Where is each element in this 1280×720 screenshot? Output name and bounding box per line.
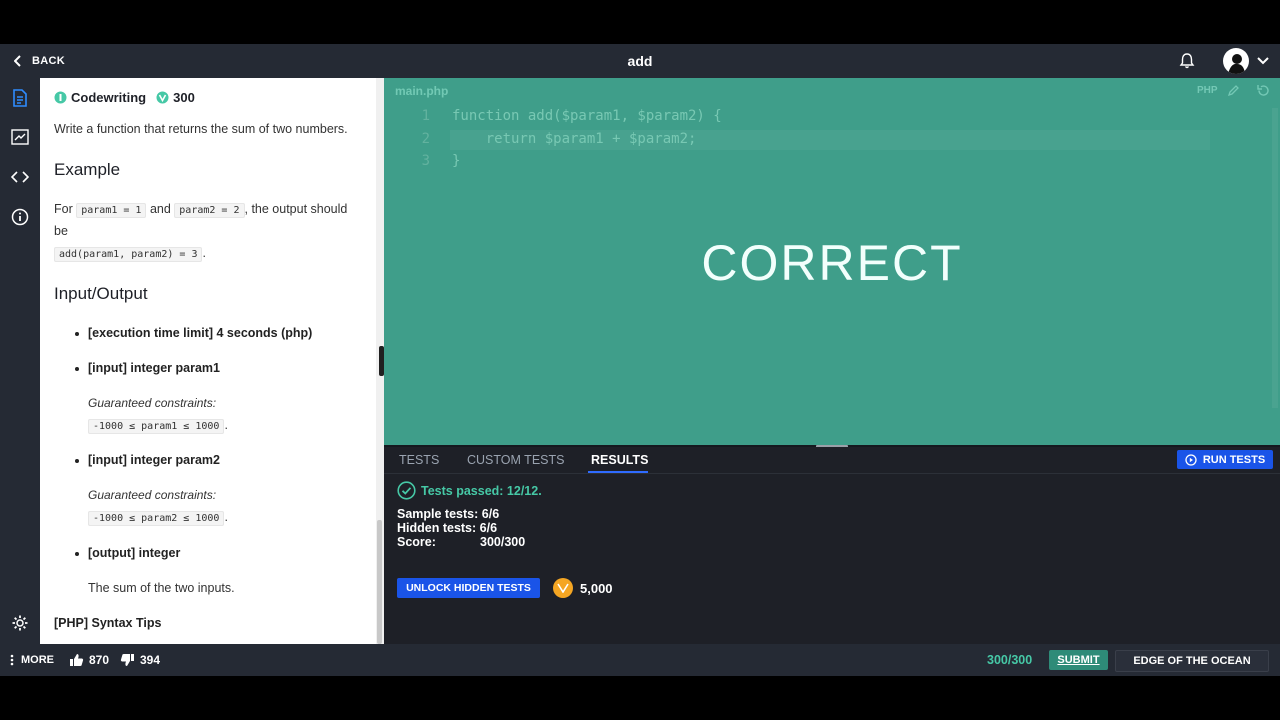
code-icon <box>11 171 29 183</box>
top-bar: BACK add <box>0 44 1280 78</box>
constraints-label: Guaranteed constraints: <box>88 488 217 502</box>
bell-icon[interactable] <box>1178 52 1196 70</box>
unlock-hidden-tests-button[interactable]: UNLOCK HIDDEN TESTS <box>397 578 540 598</box>
code-line: function add($param1, $param2) { <box>452 108 722 124</box>
tab-results[interactable]: RESULTS <box>591 453 648 467</box>
submit-button[interactable]: SUBMIT <box>1049 650 1108 670</box>
constraints-label: Guaranteed constraints: <box>88 396 217 410</box>
more-label: MORE <box>21 654 54 666</box>
nav-solutions[interactable] <box>0 119 40 155</box>
page-title: add <box>627 53 653 69</box>
tab-custom-tests[interactable]: CUSTOM TESTS <box>467 453 564 467</box>
back-label: BACK <box>32 55 65 67</box>
tab-tests[interactable]: TESTS <box>399 453 439 467</box>
chevron-down-icon[interactable] <box>1256 54 1270 68</box>
nav-settings[interactable] <box>0 605 40 641</box>
task-meta: Codewriting 300 <box>54 90 195 105</box>
info-icon <box>11 208 29 226</box>
nav-code[interactable] <box>0 159 40 195</box>
tests-passed: Tests passed: 12/12. <box>397 481 542 500</box>
check-circle-icon <box>397 481 416 500</box>
play-circle-icon <box>1185 453 1197 466</box>
downvote-count: 394 <box>140 653 161 667</box>
run-tests-label: RUN TESTS <box>1202 453 1266 466</box>
task-type: Codewriting <box>71 90 147 105</box>
upvote-count: 870 <box>89 653 110 667</box>
syntax-tips-link[interactable]: [PHP] Syntax Tips <box>54 616 161 630</box>
io-item: [output] integer <box>74 546 181 560</box>
hidden-tests-row: Hidden tests: 6/6 <box>397 521 498 535</box>
description-scroll-thumb[interactable] <box>377 520 382 644</box>
line-number: 1 <box>421 108 430 124</box>
io-heading: Input/Output <box>54 284 148 303</box>
downvote-button[interactable]: 394 <box>120 644 160 676</box>
io-item: [input] integer param2 <box>75 453 220 467</box>
example-result: add(param1, param2) = 3 <box>54 247 203 262</box>
description-panel: Codewriting 300 Write a function that re… <box>40 78 376 644</box>
language-selector[interactable]: PHP <box>1197 85 1218 96</box>
line-number: 2 <box>421 131 430 147</box>
left-nav <box>0 78 40 644</box>
example-line: For param1 = 1 and param2 = 2, the outpu… <box>54 202 348 218</box>
coin-icon <box>553 578 573 598</box>
gear-icon <box>12 615 28 631</box>
footer-bar: MORE 870 394 300/300 SUBMIT EDGE OF THE … <box>0 644 1280 676</box>
reset-icon[interactable] <box>1256 83 1271 98</box>
code-line: } <box>452 153 461 169</box>
editor-scrollbar[interactable] <box>1272 108 1278 408</box>
coin-cost: 5,000 <box>580 581 613 596</box>
output-description: The sum of the two inputs. <box>88 581 235 595</box>
chevron-left-icon <box>14 55 21 67</box>
run-tests-button[interactable]: RUN TESTS <box>1177 450 1273 469</box>
task-points: 300 <box>173 90 195 105</box>
kebab-icon <box>10 654 14 666</box>
example-param1: param1 = 1 <box>76 203 147 218</box>
io-item: [execution time limit] 4 seconds (php) <box>74 326 313 340</box>
nav-description[interactable] <box>0 80 40 116</box>
tests-passed-label: Tests passed: 12/12. <box>421 483 542 498</box>
example-result-line: add(param1, param2) = 3. <box>54 246 206 262</box>
constraint-line: -1000 ≤ param2 ≤ 1000. <box>88 510 228 526</box>
line-number: 3 <box>421 153 430 169</box>
example-heading: Example <box>54 160 121 179</box>
active-tab-indicator <box>588 471 648 473</box>
score-row: Score: 300/300 <box>397 535 526 549</box>
nav-info[interactable] <box>0 199 40 235</box>
code-editor[interactable]: main.php PHP 1 function add($param1, $pa… <box>384 78 1280 446</box>
constraint-line: -1000 ≤ param1 ≤ 1000. <box>88 418 228 434</box>
score-value: 300/300 <box>480 535 526 549</box>
example-be: be <box>54 224 68 238</box>
task-statement: Write a function that returns the sum of… <box>54 122 348 136</box>
codewriting-icon <box>54 91 67 104</box>
io-item: [input] integer param1 <box>75 361 220 375</box>
arcade-location-button[interactable]: EDGE OF THE OCEAN <box>1115 650 1269 672</box>
code-line: return $param1 + $param2; <box>452 131 697 147</box>
file-tab[interactable]: main.php <box>395 84 448 98</box>
back-button[interactable]: BACK <box>14 44 65 78</box>
sample-tests-row: Sample tests: 6/6 <box>397 507 500 521</box>
points-icon <box>156 91 169 104</box>
more-button[interactable]: MORE <box>10 644 54 676</box>
upvote-button[interactable]: 870 <box>69 644 109 676</box>
thumbs-up-icon <box>70 654 84 666</box>
document-icon <box>13 89 27 107</box>
thumbs-down-icon <box>120 654 134 666</box>
footer-score: 300/300 <box>987 653 1033 667</box>
correct-overlay: CORRECT <box>701 235 963 291</box>
pencil-icon[interactable] <box>1227 84 1240 97</box>
constraint-param2: -1000 ≤ param2 ≤ 1000 <box>88 511 225 526</box>
example-param2: param2 = 2 <box>174 203 245 218</box>
results-panel: TESTS CUSTOM TESTS RESULTS RUN TESTS Tes… <box>384 447 1280 644</box>
constraint-param1: -1000 ≤ param1 ≤ 1000 <box>88 419 225 434</box>
avatar[interactable] <box>1223 48 1249 74</box>
chart-board-icon <box>11 129 29 145</box>
results-tabs: TESTS CUSTOM TESTS RESULTS RUN TESTS <box>384 447 1280 474</box>
